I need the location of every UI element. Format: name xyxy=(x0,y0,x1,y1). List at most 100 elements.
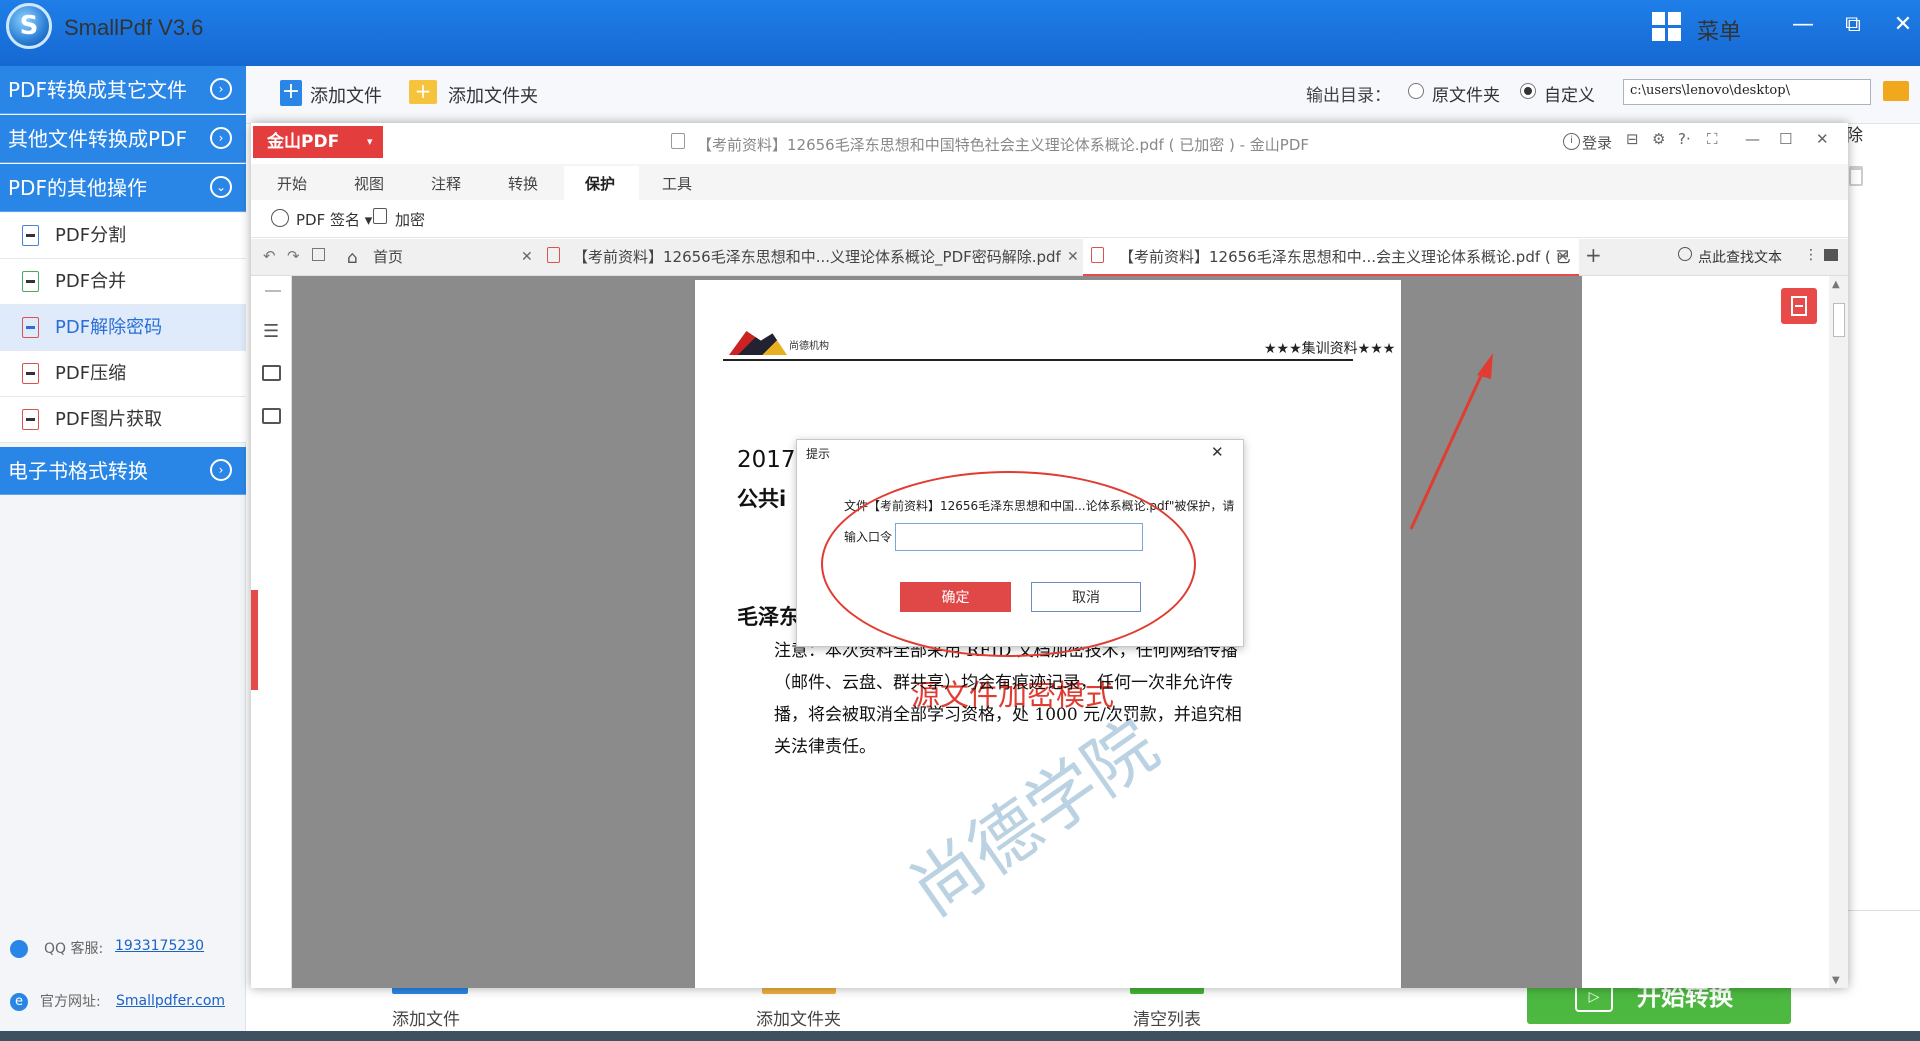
lock-icon xyxy=(671,133,685,149)
browse-folder-icon[interactable] xyxy=(1883,81,1909,101)
pdf-file-icon xyxy=(22,363,39,384)
menu-button[interactable]: 菜单 xyxy=(1697,14,1741,46)
more-icon[interactable]: ⋮ xyxy=(1804,247,1818,263)
tab-tools[interactable]: 工具 xyxy=(662,173,692,194)
dialog-title: 提示 xyxy=(806,447,831,461)
bookmark-icon[interactable] xyxy=(262,408,281,424)
close-tab-icon[interactable]: ✕ xyxy=(1557,249,1569,265)
notice-line: 关法律责任。 xyxy=(774,737,876,757)
login-button[interactable]: 登录 xyxy=(1582,132,1612,153)
pdf-file-icon xyxy=(22,225,39,246)
close-button[interactable]: ✕ xyxy=(1816,130,1829,148)
radio-source-folder[interactable] xyxy=(1408,83,1424,99)
bottom-clear-list-button[interactable]: 清空列表 xyxy=(1133,1005,1201,1030)
radio-custom-folder[interactable] xyxy=(1520,83,1536,99)
search-icon[interactable] xyxy=(1678,247,1692,261)
close-tab-icon[interactable]: ✕ xyxy=(521,249,533,265)
output-dir-label: 输出目录： xyxy=(1306,86,1391,106)
tab-annotate[interactable]: 注释 xyxy=(431,173,461,194)
kingsoft-brand-label: 金山PDF xyxy=(267,132,340,152)
grid-menu-icon[interactable] xyxy=(1652,12,1682,42)
website-label: 官方网址: xyxy=(40,994,101,1010)
sidebar-item-pdf-unlock[interactable]: PDF解除密码 xyxy=(0,305,246,351)
chevron-right-icon: › xyxy=(210,459,232,481)
tab-view[interactable]: 视图 xyxy=(354,173,384,194)
minimize-button[interactable]: — xyxy=(1788,12,1818,37)
radio-custom-folder-label[interactable]: 自定义 xyxy=(1544,81,1595,106)
sidebar-item-pdf-image-extract[interactable]: PDF图片获取 xyxy=(0,397,246,443)
sidebar-category-pdf-to-other[interactable]: PDF转换成其它文件 › xyxy=(0,66,246,114)
scroll-down-icon[interactable]: ▼ xyxy=(1832,975,1840,986)
floating-tool-button[interactable] xyxy=(1781,288,1817,324)
divider xyxy=(265,290,281,292)
restore-button[interactable]: ⧉ xyxy=(1838,12,1868,37)
tab-start[interactable]: 开始 xyxy=(277,173,307,194)
sidebar-item-pdf-split[interactable]: PDF分割 xyxy=(0,213,246,259)
divider xyxy=(1848,910,1920,911)
tab-protect[interactable]: 保护 xyxy=(585,173,615,194)
sidebar-item-pdf-merge[interactable]: PDF合并 xyxy=(0,259,246,305)
notice-line: （邮件、云盘、群共享）均会有痕迹记录，任何一次非允许传 xyxy=(774,673,1233,693)
undo-icon[interactable]: ↶ xyxy=(263,247,276,265)
pane-collapse-handle[interactable] xyxy=(251,590,258,690)
page-subtitle-fragment: 公共i xyxy=(737,487,787,511)
maximize-button[interactable]: ☐ xyxy=(1779,130,1792,148)
find-text-button[interactable]: 点此查找文本 xyxy=(1698,247,1782,267)
ribbon-toolbar xyxy=(251,200,1848,238)
sidebar-category-ebook-convert[interactable]: 电子书格式转换 › xyxy=(0,447,246,495)
sidebar-category-pdf-other-ops[interactable]: PDF的其他操作 ⌄ xyxy=(0,164,246,212)
website-link[interactable]: Smallpdfer.com xyxy=(116,993,225,1009)
app-title: SmallPdf V3.6 xyxy=(64,15,204,40)
sidebar-item-pdf-compress[interactable]: PDF压缩 xyxy=(0,351,246,397)
doc-tab-unlocked[interactable]: 【考前资料】12656毛泽东思想和中...义理论体系概论_PDF密码解除.pdf xyxy=(573,239,1061,276)
kingsoft-brand-menu[interactable]: 金山PDF xyxy=(253,126,383,158)
thumbnail-icon[interactable] xyxy=(262,365,281,381)
doc-tab-home[interactable]: 首页 xyxy=(373,239,403,276)
redo-icon[interactable]: ↷ xyxy=(287,247,300,265)
scroll-up-icon[interactable]: ▲ xyxy=(1832,279,1840,290)
bottom-add-folder-button[interactable]: 添加文件夹 xyxy=(756,1005,841,1030)
chevron-down-icon: ⌄ xyxy=(210,176,232,198)
smallpdf-titlebar xyxy=(0,0,1920,66)
trash-icon[interactable] xyxy=(1849,166,1863,186)
doc-tab-encrypted[interactable]: 【考前资料】12656毛泽东思想和中...会主义理论体系概论.pdf ( 已加密… xyxy=(1083,239,1579,303)
home-icon[interactable]: ⌂ xyxy=(347,248,358,268)
notice-line: 播，将会被取消全部学习资格，处 1000 元/次罚款，并追究相 xyxy=(774,705,1242,725)
add-folder-button[interactable]: 添加文件夹 xyxy=(448,82,538,108)
signature-icon[interactable] xyxy=(271,209,289,227)
outline-list-icon[interactable]: ☰ xyxy=(263,321,279,342)
settings-icon[interactable]: ⚙ xyxy=(1652,130,1665,148)
fullscreen-icon[interactable]: ⛶ xyxy=(1707,130,1718,148)
save-icon[interactable] xyxy=(312,248,325,261)
add-folder-icon[interactable]: + xyxy=(409,80,437,104)
output-path-input[interactable]: c:\users\lenovo\desktop\ xyxy=(1623,79,1871,105)
add-file-button[interactable]: 添加文件 xyxy=(310,82,382,108)
qq-support-link[interactable]: 1933175230 xyxy=(115,938,204,954)
encrypt-icon[interactable] xyxy=(373,208,387,224)
encrypt-button[interactable]: 加密 xyxy=(395,209,425,230)
taskbar xyxy=(0,1031,1920,1041)
sidebar-category-label: PDF的其他操作 xyxy=(8,176,147,200)
minimize-button[interactable]: — xyxy=(1745,130,1760,148)
add-file-icon[interactable]: + xyxy=(280,80,302,106)
vertical-scrollbar[interactable] xyxy=(1829,276,1848,988)
delete-column-header: 除 xyxy=(1846,126,1863,146)
new-tab-button[interactable]: + xyxy=(1585,243,1602,267)
chevron-right-icon: › xyxy=(210,78,232,100)
close-button[interactable]: ✕ xyxy=(1888,12,1918,37)
tab-convert[interactable]: 转换 xyxy=(508,173,538,194)
caret-down-icon[interactable]: ▾ xyxy=(367,126,381,158)
skin-icon[interactable]: ⊟ xyxy=(1626,130,1639,148)
panel-toggle-icon[interactable] xyxy=(1824,249,1838,261)
help-icon[interactable]: ?· xyxy=(1678,130,1691,148)
close-tab-icon[interactable]: ✕ xyxy=(1067,249,1079,265)
bottom-add-file-button[interactable]: 添加文件 xyxy=(392,1005,460,1030)
pdf-sign-button[interactable]: PDF 签名 ▾ xyxy=(296,209,372,230)
sidebar-category-other-to-pdf[interactable]: 其他文件转换成PDF › xyxy=(0,115,246,163)
kingsoft-pdf-window: 金山PDF ▾ 【考前资料】12656毛泽东思想和中国特色社会主义理论体系概论.… xyxy=(251,123,1848,988)
user-icon[interactable]: i xyxy=(1563,133,1580,150)
sidebar-category-label: 电子书格式转换 xyxy=(8,459,148,483)
scrollbar-thumb[interactable] xyxy=(1833,303,1845,337)
dialog-close-icon[interactable]: ✕ xyxy=(1211,443,1224,461)
radio-source-folder-label[interactable]: 原文件夹 xyxy=(1432,81,1500,106)
